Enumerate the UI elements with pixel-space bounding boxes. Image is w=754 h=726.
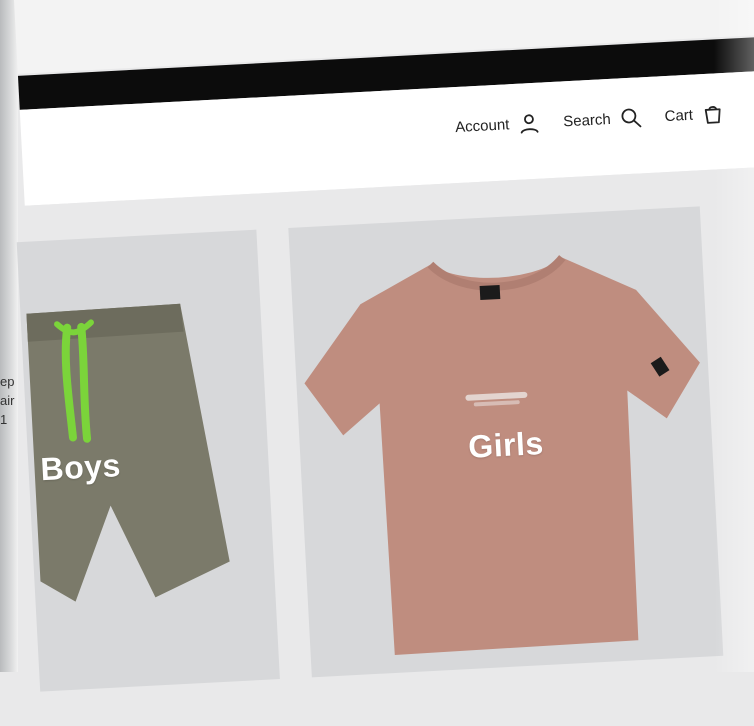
category-card-boys[interactable]: Boys (16, 229, 280, 692)
nav-account-label: Account (454, 115, 510, 136)
left-window-edge (0, 0, 18, 672)
nav-account[interactable]: Account (455, 111, 542, 139)
nav-search[interactable]: Search (563, 105, 644, 133)
nav-search-label: Search (562, 110, 612, 130)
account-icon (520, 114, 539, 134)
left-edge-text: ep air 1 (0, 374, 15, 427)
category-card-girls[interactable]: Girls (288, 206, 724, 678)
category-grid: Boys Girls (16, 165, 754, 726)
right-edge-shade (714, 0, 754, 672)
nav-cart-label: Cart (664, 106, 694, 125)
site-stage: Account Search Cart Boys Girls (14, 0, 754, 726)
header-nav: Account Search Cart (455, 101, 726, 139)
search-icon (621, 108, 642, 128)
